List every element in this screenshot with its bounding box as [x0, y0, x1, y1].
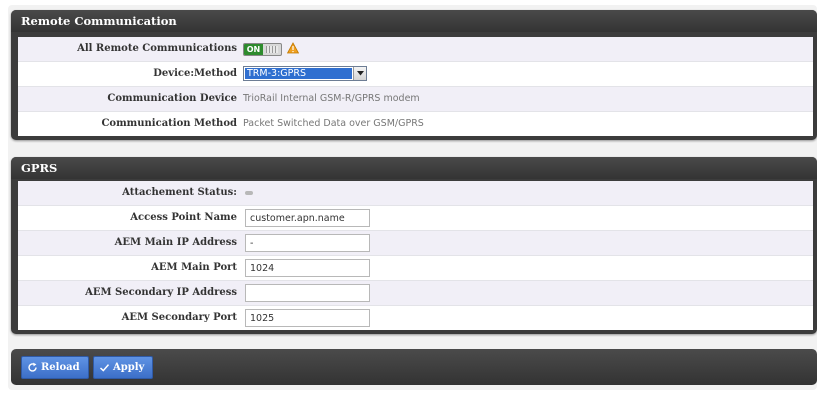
status-indicator — [245, 191, 253, 195]
device-method-selected-value: TRM-3:GPRS — [245, 68, 352, 79]
communication-method-label: Communication Method — [101, 118, 237, 129]
aem-secondary-port-input[interactable] — [245, 309, 370, 327]
check-icon — [99, 364, 110, 372]
aem-main-port-label: AEM Main Port — [151, 262, 237, 273]
row-communication-device: Communication Device TrioRail Internal G… — [18, 87, 813, 112]
access-point-name-label: Access Point Name — [130, 212, 237, 223]
row-aem-main-ip: AEM Main IP Address — [18, 231, 813, 256]
aem-main-port-input[interactable] — [245, 259, 370, 277]
communication-device-value: TrioRail Internal GSM-R/GPRS modem — [243, 93, 420, 104]
reload-label: Reload — [41, 362, 80, 373]
gprs-panel: GPRS Attachement Status: Access Point Na… — [11, 157, 817, 334]
remote-communication-title: Remote Communication — [11, 10, 817, 32]
row-aem-main-port: AEM Main Port — [18, 256, 813, 281]
communication-method-value: Packet Switched Data over GSM/GPRS — [243, 118, 424, 129]
remote-communication-panel: Remote Communication All Remote Communic… — [11, 10, 817, 140]
device-method-label: Device:Method — [153, 68, 237, 79]
remote-communications-toggle[interactable]: ON — [243, 43, 282, 56]
aem-secondary-port-label: AEM Secondary Port — [121, 312, 237, 323]
warning-icon — [287, 42, 299, 54]
row-all-remote-communications: All Remote Communications ON — [18, 37, 813, 62]
chevron-down-icon[interactable] — [353, 67, 366, 80]
gprs-title: GPRS — [11, 157, 817, 179]
communication-device-label: Communication Device — [107, 93, 237, 104]
attachement-status-label: Attachement Status: — [122, 187, 237, 198]
row-communication-method: Communication Method Packet Switched Dat… — [18, 112, 813, 136]
row-attachement-status: Attachement Status: — [18, 181, 813, 206]
access-point-name-input[interactable] — [245, 209, 370, 227]
apply-button[interactable]: Apply — [93, 356, 153, 379]
action-toolbar: Reload Apply — [11, 349, 817, 385]
row-device-method: Device:Method TRM-3:GPRS — [18, 62, 813, 87]
row-aem-secondary-ip: AEM Secondary IP Address — [18, 281, 813, 306]
row-aem-secondary-port: AEM Secondary Port — [18, 306, 813, 330]
row-access-point-name: Access Point Name — [18, 206, 813, 231]
toggle-grip-icon — [266, 46, 278, 53]
reload-icon — [28, 362, 37, 372]
aem-secondary-ip-label: AEM Secondary IP Address — [85, 287, 237, 298]
all-remote-communications-label: All Remote Communications — [77, 43, 237, 54]
device-method-select[interactable]: TRM-3:GPRS — [243, 66, 367, 81]
aem-secondary-ip-input[interactable] — [245, 284, 370, 302]
toggle-on-text: ON — [244, 44, 263, 55]
aem-main-ip-input[interactable] — [245, 234, 370, 252]
aem-main-ip-label: AEM Main IP Address — [114, 237, 237, 248]
apply-label: Apply — [113, 362, 145, 373]
reload-button[interactable]: Reload — [21, 356, 89, 379]
